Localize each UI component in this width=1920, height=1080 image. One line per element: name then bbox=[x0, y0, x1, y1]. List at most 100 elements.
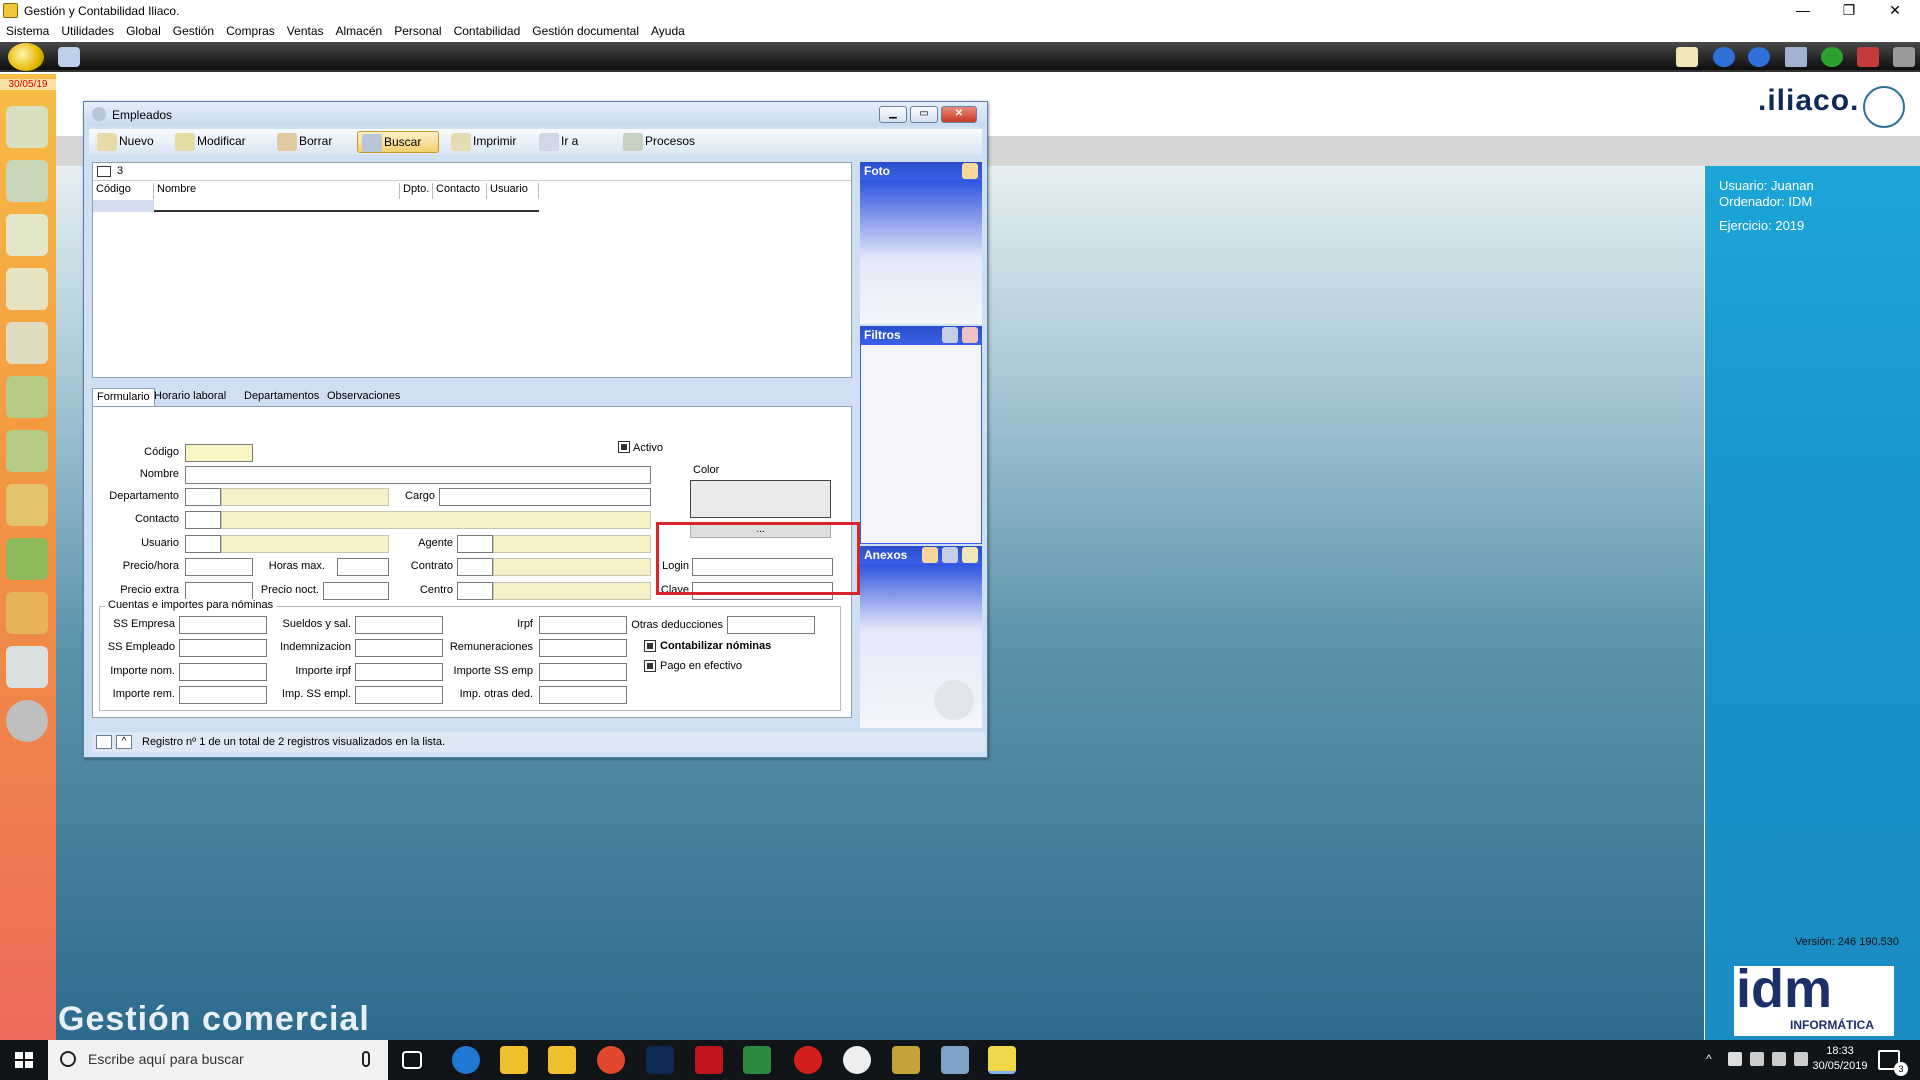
sun-icon[interactable] bbox=[8, 43, 44, 71]
dialog-close-button[interactable]: ✕ bbox=[941, 106, 977, 123]
tab-observaciones[interactable]: Observaciones bbox=[323, 388, 404, 406]
volume-icon[interactable] bbox=[1794, 1052, 1808, 1066]
annex-settings-icon[interactable] bbox=[942, 547, 958, 563]
nuevo-button[interactable]: Nuevo bbox=[93, 131, 156, 153]
restore-button[interactable]: ❐ bbox=[1826, 0, 1872, 22]
close-window-icon[interactable] bbox=[1857, 47, 1879, 67]
provider-icon[interactable] bbox=[6, 268, 48, 310]
table-row[interactable] bbox=[93, 200, 539, 212]
mail-app-icon[interactable] bbox=[500, 1046, 528, 1074]
pago-efectivo-checkbox[interactable] bbox=[644, 660, 656, 672]
task-view-icon[interactable] bbox=[402, 1051, 422, 1069]
photoshop-icon[interactable] bbox=[646, 1046, 674, 1074]
departamento-code-field[interactable] bbox=[185, 488, 221, 506]
buscar-button[interactable]: Buscar bbox=[357, 131, 439, 153]
importe-ss-emp-field[interactable] bbox=[539, 663, 627, 681]
nombre-field[interactable] bbox=[185, 466, 651, 484]
p-icon[interactable] bbox=[6, 376, 48, 418]
filter-input[interactable]: 3 bbox=[117, 165, 123, 177]
back-arrow-icon[interactable] bbox=[1713, 47, 1735, 67]
indemnizacion-field[interactable] bbox=[355, 639, 443, 657]
menu-almacen[interactable]: Almacén bbox=[330, 22, 389, 40]
centro-code-field[interactable] bbox=[457, 582, 493, 600]
usuario-code-field[interactable] bbox=[185, 535, 221, 553]
activo-checkbox[interactable] bbox=[618, 441, 630, 453]
remuneraciones-field[interactable] bbox=[539, 639, 627, 657]
microphone-icon[interactable] bbox=[362, 1051, 370, 1067]
menu-gestion-documental[interactable]: Gestión documental bbox=[526, 22, 645, 40]
open-annex-icon[interactable] bbox=[962, 547, 978, 563]
network-icon[interactable] bbox=[1750, 1052, 1764, 1066]
col-dpto[interactable]: Dpto. bbox=[400, 183, 433, 199]
filter-icon[interactable] bbox=[97, 166, 111, 177]
irpf-field[interactable] bbox=[539, 616, 627, 634]
file-explorer-icon[interactable] bbox=[548, 1046, 576, 1074]
cargo-field[interactable] bbox=[439, 488, 651, 506]
precio-extra-field[interactable] bbox=[185, 582, 253, 600]
importe-irpf-field[interactable] bbox=[355, 663, 443, 681]
status-list-icon[interactable] bbox=[96, 735, 112, 749]
color-preview[interactable] bbox=[690, 480, 831, 518]
taskbar-search[interactable]: Escribe aquí para buscar bbox=[48, 1040, 388, 1080]
help-icon[interactable] bbox=[1821, 47, 1843, 67]
iliaco-app-icon[interactable] bbox=[892, 1046, 920, 1074]
book-icon[interactable] bbox=[6, 538, 48, 580]
list-icon[interactable] bbox=[6, 646, 48, 688]
rx-icon[interactable] bbox=[794, 1046, 822, 1074]
imp-ss-empl-field[interactable] bbox=[355, 686, 443, 704]
taskbar-clock[interactable]: 18:33 30/05/2019 bbox=[1810, 1044, 1870, 1074]
horas-max-field[interactable] bbox=[337, 558, 389, 576]
borrar-button[interactable]: Borrar bbox=[273, 131, 334, 153]
tab-departamentos[interactable]: Departamentos bbox=[240, 388, 323, 406]
menu-ayuda[interactable]: Ayuda bbox=[645, 22, 691, 40]
collapse-icon[interactable]: ^ bbox=[116, 735, 132, 749]
minimize-button[interactable]: — bbox=[1780, 0, 1826, 22]
menu-ventas[interactable]: Ventas bbox=[281, 22, 330, 40]
articles-icon[interactable] bbox=[6, 160, 48, 202]
col-nombre[interactable]: Nombre bbox=[154, 183, 400, 199]
col-contacto[interactable]: Contacto bbox=[433, 183, 487, 199]
ss-empleado-field[interactable] bbox=[179, 639, 267, 657]
contacto-code-field[interactable] bbox=[185, 511, 221, 529]
imp-otras-ded-field[interactable] bbox=[539, 686, 627, 704]
filezilla-icon[interactable] bbox=[695, 1046, 723, 1074]
fc-icon[interactable] bbox=[6, 484, 48, 526]
agent-icon[interactable] bbox=[6, 322, 48, 364]
filter-settings-icon[interactable] bbox=[942, 327, 958, 343]
notepad-icon[interactable] bbox=[743, 1046, 771, 1074]
contabilizar-checkbox[interactable] bbox=[644, 640, 656, 652]
agente-code-field[interactable] bbox=[457, 535, 493, 553]
windows-icon[interactable] bbox=[1785, 47, 1807, 67]
menu-global[interactable]: Global bbox=[120, 22, 167, 40]
menu-utilidades[interactable]: Utilidades bbox=[55, 22, 120, 40]
tray-chevron-icon[interactable]: ^ bbox=[1706, 1052, 1712, 1066]
f-icon[interactable] bbox=[6, 430, 48, 472]
menu-gestion[interactable]: Gestión bbox=[167, 22, 220, 40]
dialog-maximize-button[interactable]: ▭ bbox=[910, 106, 938, 123]
menu-sistema[interactable]: Sistema bbox=[0, 22, 55, 40]
client-icon[interactable] bbox=[6, 214, 48, 256]
ir-a-button[interactable]: Ir a bbox=[535, 131, 580, 153]
exit-icon[interactable] bbox=[1893, 47, 1915, 67]
codigo-field[interactable] bbox=[185, 444, 253, 462]
close-button[interactable]: ✕ bbox=[1872, 0, 1918, 22]
otras-deducciones-field[interactable] bbox=[727, 616, 815, 634]
users-group-icon[interactable] bbox=[6, 106, 48, 148]
dropbox-icon[interactable] bbox=[1728, 1052, 1742, 1066]
mail-icon[interactable] bbox=[1676, 47, 1698, 67]
doc-app-icon[interactable] bbox=[941, 1046, 969, 1074]
clear-filter-icon[interactable] bbox=[962, 327, 978, 343]
importe-nom-field[interactable] bbox=[179, 663, 267, 681]
add-annex-icon[interactable] bbox=[922, 547, 938, 563]
precio-noct-field[interactable] bbox=[323, 582, 389, 600]
importe-rem-field[interactable] bbox=[179, 686, 267, 704]
ss-empresa-field[interactable] bbox=[179, 616, 267, 634]
user-icon[interactable] bbox=[58, 47, 80, 67]
tab-horario-laboral[interactable]: Horario laboral bbox=[150, 388, 230, 406]
add-photo-icon[interactable] bbox=[962, 163, 978, 179]
forward-arrow-icon[interactable] bbox=[1748, 47, 1770, 67]
menu-personal[interactable]: Personal bbox=[388, 22, 447, 40]
col-codigo[interactable]: Código bbox=[93, 183, 154, 199]
battery-icon[interactable] bbox=[1772, 1052, 1786, 1066]
menu-contabilidad[interactable]: Contabilidad bbox=[448, 22, 527, 40]
